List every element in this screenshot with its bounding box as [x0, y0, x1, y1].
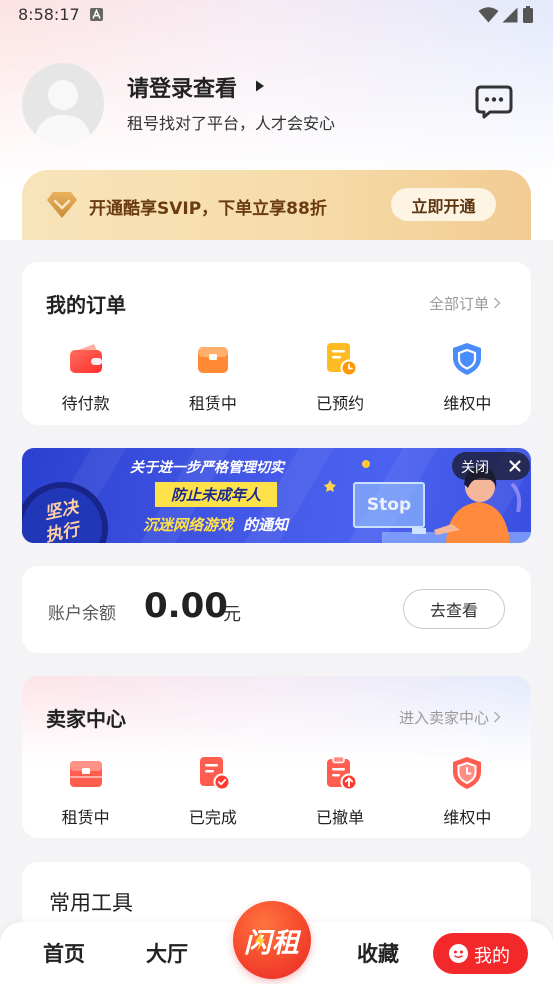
shield-icon [453, 343, 482, 375]
logo-text: 闪租 [244, 927, 300, 959]
close-label: 关闭 [461, 460, 489, 476]
monitor-illustration: Stop [353, 482, 425, 528]
wifi-icon [478, 7, 499, 23]
order-pending-payment[interactable]: 待付款 [22, 340, 149, 414]
chevron-right-icon[interactable] [493, 710, 501, 724]
seller-renting[interactable]: 租赁中 [22, 754, 149, 828]
seller-item-label: 维权中 [443, 808, 492, 827]
orders-title: 我的订单 [46, 293, 126, 317]
seller-in-dispute[interactable]: 维权中 [404, 754, 531, 828]
a-notification-icon [90, 8, 103, 21]
nav-center-logo-button[interactable]: 闪租 [233, 901, 311, 979]
all-orders-link[interactable]: 全部订单 [429, 293, 489, 314]
box-icon [197, 347, 228, 373]
avatar[interactable] [22, 63, 104, 145]
banner-close-button[interactable]: 关闭 [452, 452, 530, 480]
vip-promo-text: 开通酷享SVIP，下单立享88折 [89, 199, 327, 219]
seller-item-label: 租赁中 [61, 808, 110, 827]
balance-amount: 0.00 [144, 586, 228, 626]
nav-hall[interactable]: 大厅 [146, 938, 188, 968]
status-time: 8:58:17 [18, 5, 80, 24]
completed-doc-icon [199, 757, 231, 791]
smiley-face-icon [449, 944, 468, 963]
nav-mine-label: 我的 [474, 946, 510, 967]
vip-banner[interactable]: 开通酷享SVIP，下单立享88折 立即开通 [22, 170, 531, 240]
balance-unit: 元 [223, 604, 241, 625]
monitor-stop-text: Stop [366, 495, 412, 515]
order-in-dispute[interactable]: 维权中 [404, 340, 531, 414]
order-item-label: 维权中 [443, 394, 492, 413]
tools-title: 常用工具 [49, 891, 133, 915]
default-avatar-icon [34, 80, 92, 145]
close-icon[interactable] [506, 457, 524, 475]
box-icon [69, 761, 102, 787]
withdrawn-clipboard-icon [327, 755, 358, 791]
notice-line1: 关于进一步严格管理切实 [130, 460, 284, 476]
my-orders-card: 我的订单 全部订单 待付款 租赁中 已预约 维权中 [22, 262, 531, 425]
view-balance-button[interactable]: 去查看 [403, 589, 505, 629]
order-renting[interactable]: 租赁中 [149, 340, 276, 414]
seller-item-label: 已撤单 [316, 808, 365, 827]
seller-item-label: 已完成 [188, 808, 237, 827]
wallet-icon [69, 344, 102, 373]
message-icon[interactable] [474, 84, 514, 120]
reservation-icon [327, 343, 358, 377]
account-balance-card: 账户余额 0.00 元 去查看 [22, 566, 531, 653]
order-item-label: 已预约 [316, 394, 365, 413]
balance-label: 账户余额 [48, 604, 116, 624]
shield-clock-icon [453, 757, 482, 789]
caret-right-icon[interactable] [255, 80, 265, 92]
chevron-right-icon[interactable] [493, 296, 501, 310]
enter-seller-center-link[interactable]: 进入卖家中心 [399, 707, 489, 728]
notice-line3-rest: 的通知 [243, 516, 289, 534]
vip-open-button[interactable]: 立即开通 [391, 188, 496, 221]
login-prompt[interactable]: 请登录查看 [127, 71, 237, 103]
battery-icon [523, 6, 533, 23]
notice-line2: 防止未成年人 [155, 482, 277, 507]
order-item-label: 待付款 [61, 394, 110, 413]
profile-tagline: 租号找对了平台，人才会安心 [127, 114, 336, 133]
notice-line3-highlight: 沉迷网络游戏 [143, 516, 234, 534]
order-item-label: 租赁中 [188, 394, 237, 413]
seller-completed[interactable]: 已完成 [149, 754, 276, 828]
notice-banner[interactable]: 坚决 执行 关于进一步严格管理切实 防止未成年人 沉迷网络游戏 的通知 Stop… [22, 448, 531, 543]
nav-mine[interactable]: 我的 [433, 933, 528, 974]
diamond-icon [47, 192, 77, 218]
nav-home[interactable]: 首页 [43, 938, 85, 968]
nav-favorites[interactable]: 收藏 [357, 938, 399, 968]
order-reserved[interactable]: 已预约 [277, 340, 404, 414]
status-bar: 8:58:17 [0, 0, 553, 30]
seller-title: 卖家中心 [46, 707, 126, 731]
lightning-icon [255, 931, 265, 951]
seller-withdrawn[interactable]: 已撤单 [277, 754, 404, 828]
seller-center-card: 卖家中心 进入卖家中心 租赁中 已完成 已撤单 维权中 [22, 676, 531, 838]
signal-icon [502, 7, 518, 23]
